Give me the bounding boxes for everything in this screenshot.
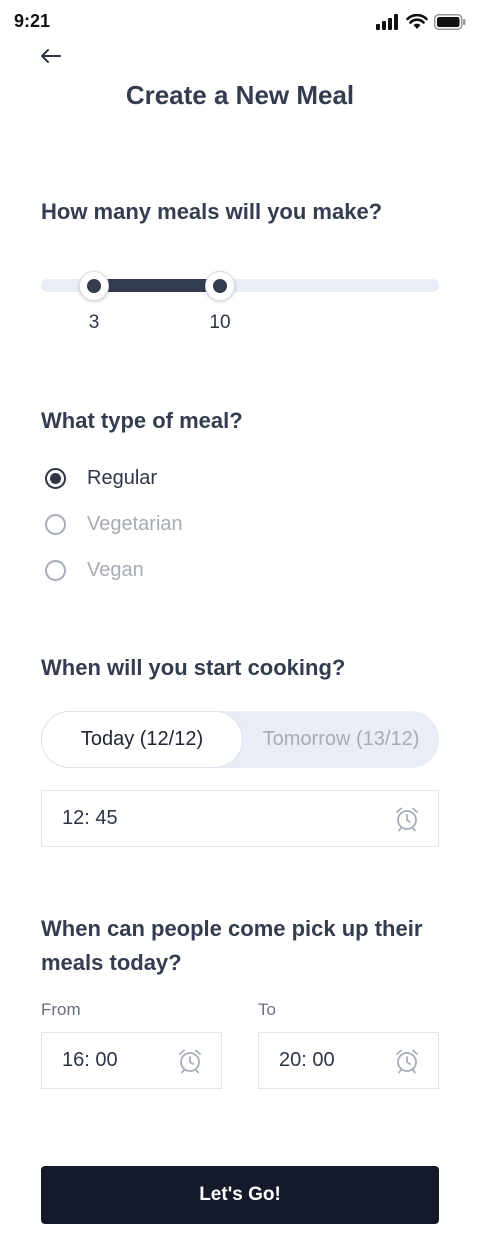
cooking-time-value: 12: 45: [62, 807, 118, 829]
meal-count-slider-range: [94, 279, 220, 292]
to-time-field[interactable]: 20: 00: [258, 1032, 439, 1089]
meal-type-heading: What type of meal?: [41, 408, 243, 433]
cooking-time-field[interactable]: 12: 45: [41, 790, 439, 847]
slider-min-value: 3: [88, 312, 100, 333]
radio-option-vegetarian[interactable]: Vegetarian: [45, 510, 183, 538]
radio-label-vegetarian: Vegetarian: [87, 512, 183, 535]
radio-option-regular[interactable]: Regular: [45, 464, 157, 492]
from-time-field[interactable]: 16: 00: [41, 1032, 222, 1089]
lets-go-button[interactable]: Let's Go!: [41, 1166, 439, 1224]
slider-max-value: 10: [209, 312, 231, 333]
status-time: 9:21: [14, 11, 51, 31]
cooking-start-heading: When will you start cooking?: [41, 655, 346, 680]
slider-max-handle[interactable]: [205, 271, 235, 301]
radio-button-unchecked[interactable]: [45, 513, 66, 535]
alarm-clock-icon[interactable]: [394, 1048, 420, 1074]
arrow-left-icon: [41, 49, 61, 63]
back-button[interactable]: [36, 44, 66, 68]
alarm-clock-icon[interactable]: [394, 806, 420, 832]
status-icons: [376, 14, 466, 30]
signal-icon: [376, 14, 398, 30]
battery-icon: [434, 14, 466, 30]
from-label: From: [41, 1000, 81, 1019]
to-time-value: 20: 00: [279, 1049, 335, 1071]
slider-min-handle[interactable]: [79, 271, 109, 301]
radio-button-unchecked[interactable]: [45, 559, 66, 581]
day-option-tomorrow[interactable]: Tomorrow (13/12): [243, 711, 439, 768]
pickup-heading: When can people come pick up their meals…: [41, 916, 423, 975]
day-toggle: Today (12/12) Tomorrow (13/12): [41, 711, 439, 768]
to-label: To: [258, 1000, 276, 1019]
radio-button-checked[interactable]: [45, 467, 66, 489]
wifi-icon: [406, 14, 428, 29]
status-bar: 9:21: [0, 0, 480, 44]
page-title: Create a New Meal: [125, 80, 355, 110]
meal-count-heading: How many meals will you make?: [41, 199, 383, 224]
from-time-value: 16: 00: [62, 1049, 118, 1071]
radio-option-vegan[interactable]: Vegan: [45, 556, 144, 584]
alarm-clock-icon[interactable]: [177, 1048, 203, 1074]
radio-label-vegan: Vegan: [87, 558, 144, 581]
day-option-today[interactable]: Today (12/12): [41, 711, 243, 768]
radio-label-regular: Regular: [87, 466, 158, 489]
